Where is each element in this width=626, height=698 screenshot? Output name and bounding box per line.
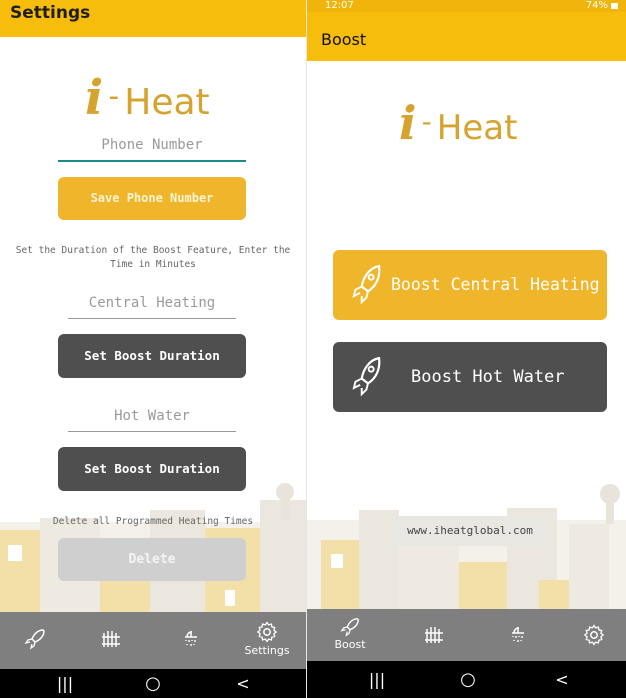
nav-boost[interactable]: Boost <box>327 609 373 661</box>
system-navigation-bar: ||| ○ < <box>307 661 626 698</box>
logo-dash: - <box>421 105 432 138</box>
boost-duration-instructions: Set the Duration of the Boost Feature, E… <box>15 245 291 270</box>
phone-number-input[interactable] <box>58 137 246 153</box>
recent-apps-button[interactable]: ||| <box>362 661 392 698</box>
status-bar: 12:07 74% <box>307 0 626 12</box>
bottom-navigation: Settings <box>0 612 306 669</box>
home-button[interactable]: ○ <box>453 661 483 698</box>
logo-dash: - <box>108 79 120 114</box>
save-phone-number-button[interactable]: Save Phone Number <box>58 177 246 220</box>
nav-hot-water[interactable] <box>162 612 212 669</box>
rocket-icon <box>340 618 359 637</box>
boost-hot-water-button[interactable]: Boost Hot Water <box>333 342 607 412</box>
logo-heat: Heat <box>436 108 518 148</box>
hot-water-duration-field[interactable] <box>68 405 236 432</box>
nav-boost-label: Boost <box>334 638 366 651</box>
boost-screen: 12:07 74% Boost i - Heat Boost Central H… <box>306 0 626 698</box>
settings-screen: Settings i - Heat Save Phone Number Set … <box>0 0 306 698</box>
system-navigation-bar: ||| ○ < <box>0 669 306 698</box>
rocket-icon <box>352 264 381 305</box>
shower-icon <box>512 627 524 642</box>
page-title: Boost <box>321 30 367 49</box>
set-central-heating-boost-duration-button[interactable]: Set Boost Duration <box>58 334 246 378</box>
rocket-icon <box>24 629 45 650</box>
home-button[interactable]: ○ <box>138 669 168 698</box>
rocket-icon <box>352 356 381 397</box>
hot-water-duration-input[interactable] <box>68 408 236 424</box>
page-title: Settings <box>10 3 91 23</box>
set-hot-water-boost-duration-button[interactable]: Set Boost Duration <box>58 447 246 491</box>
boost-app-bar: Boost <box>307 12 626 61</box>
status-battery: 74% <box>585 0 608 11</box>
nav-hot-water[interactable] <box>489 609 539 661</box>
radiator-icon <box>425 627 443 643</box>
central-heating-duration-field[interactable] <box>68 292 236 319</box>
recent-apps-button[interactable]: ||| <box>50 669 80 698</box>
iheat-logo: i - Heat <box>399 96 517 150</box>
bottom-navigation: Boost <box>307 609 626 661</box>
logo-heat: Heat <box>124 82 210 123</box>
boost-central-heating-button[interactable]: Boost Central Heating <box>333 250 607 320</box>
gear-icon <box>583 624 605 646</box>
nav-heating[interactable] <box>409 609 459 661</box>
central-heating-duration-input[interactable] <box>68 295 236 311</box>
phone-number-field[interactable] <box>58 134 246 162</box>
logo-i: i <box>399 96 417 150</box>
status-time: 12:07 <box>325 0 354 11</box>
boost-central-heating-label: Boost Central Heating <box>391 275 600 294</box>
nav-settings[interactable]: Settings <box>236 612 298 669</box>
logo-i: i <box>85 70 104 126</box>
back-button[interactable]: < <box>547 661 577 698</box>
delete-button[interactable]: Delete <box>58 538 246 581</box>
battery-icon <box>611 3 618 9</box>
shower-icon <box>185 631 197 646</box>
nav-settings[interactable] <box>569 609 619 661</box>
back-button[interactable]: < <box>228 669 258 698</box>
iheat-logo: i - Heat <box>85 70 210 126</box>
radiator-icon <box>102 631 120 647</box>
delete-caption: Delete all Programmed Heating Times <box>52 516 254 527</box>
settings-app-bar: Settings <box>0 0 306 37</box>
website-label: www.iheatglobal.com <box>389 516 551 546</box>
gear-icon <box>256 621 278 643</box>
nav-heating[interactable] <box>86 612 136 669</box>
nav-settings-label: Settings <box>244 644 290 657</box>
nav-boost[interactable] <box>10 612 60 669</box>
boost-hot-water-label: Boost Hot Water <box>411 367 565 387</box>
